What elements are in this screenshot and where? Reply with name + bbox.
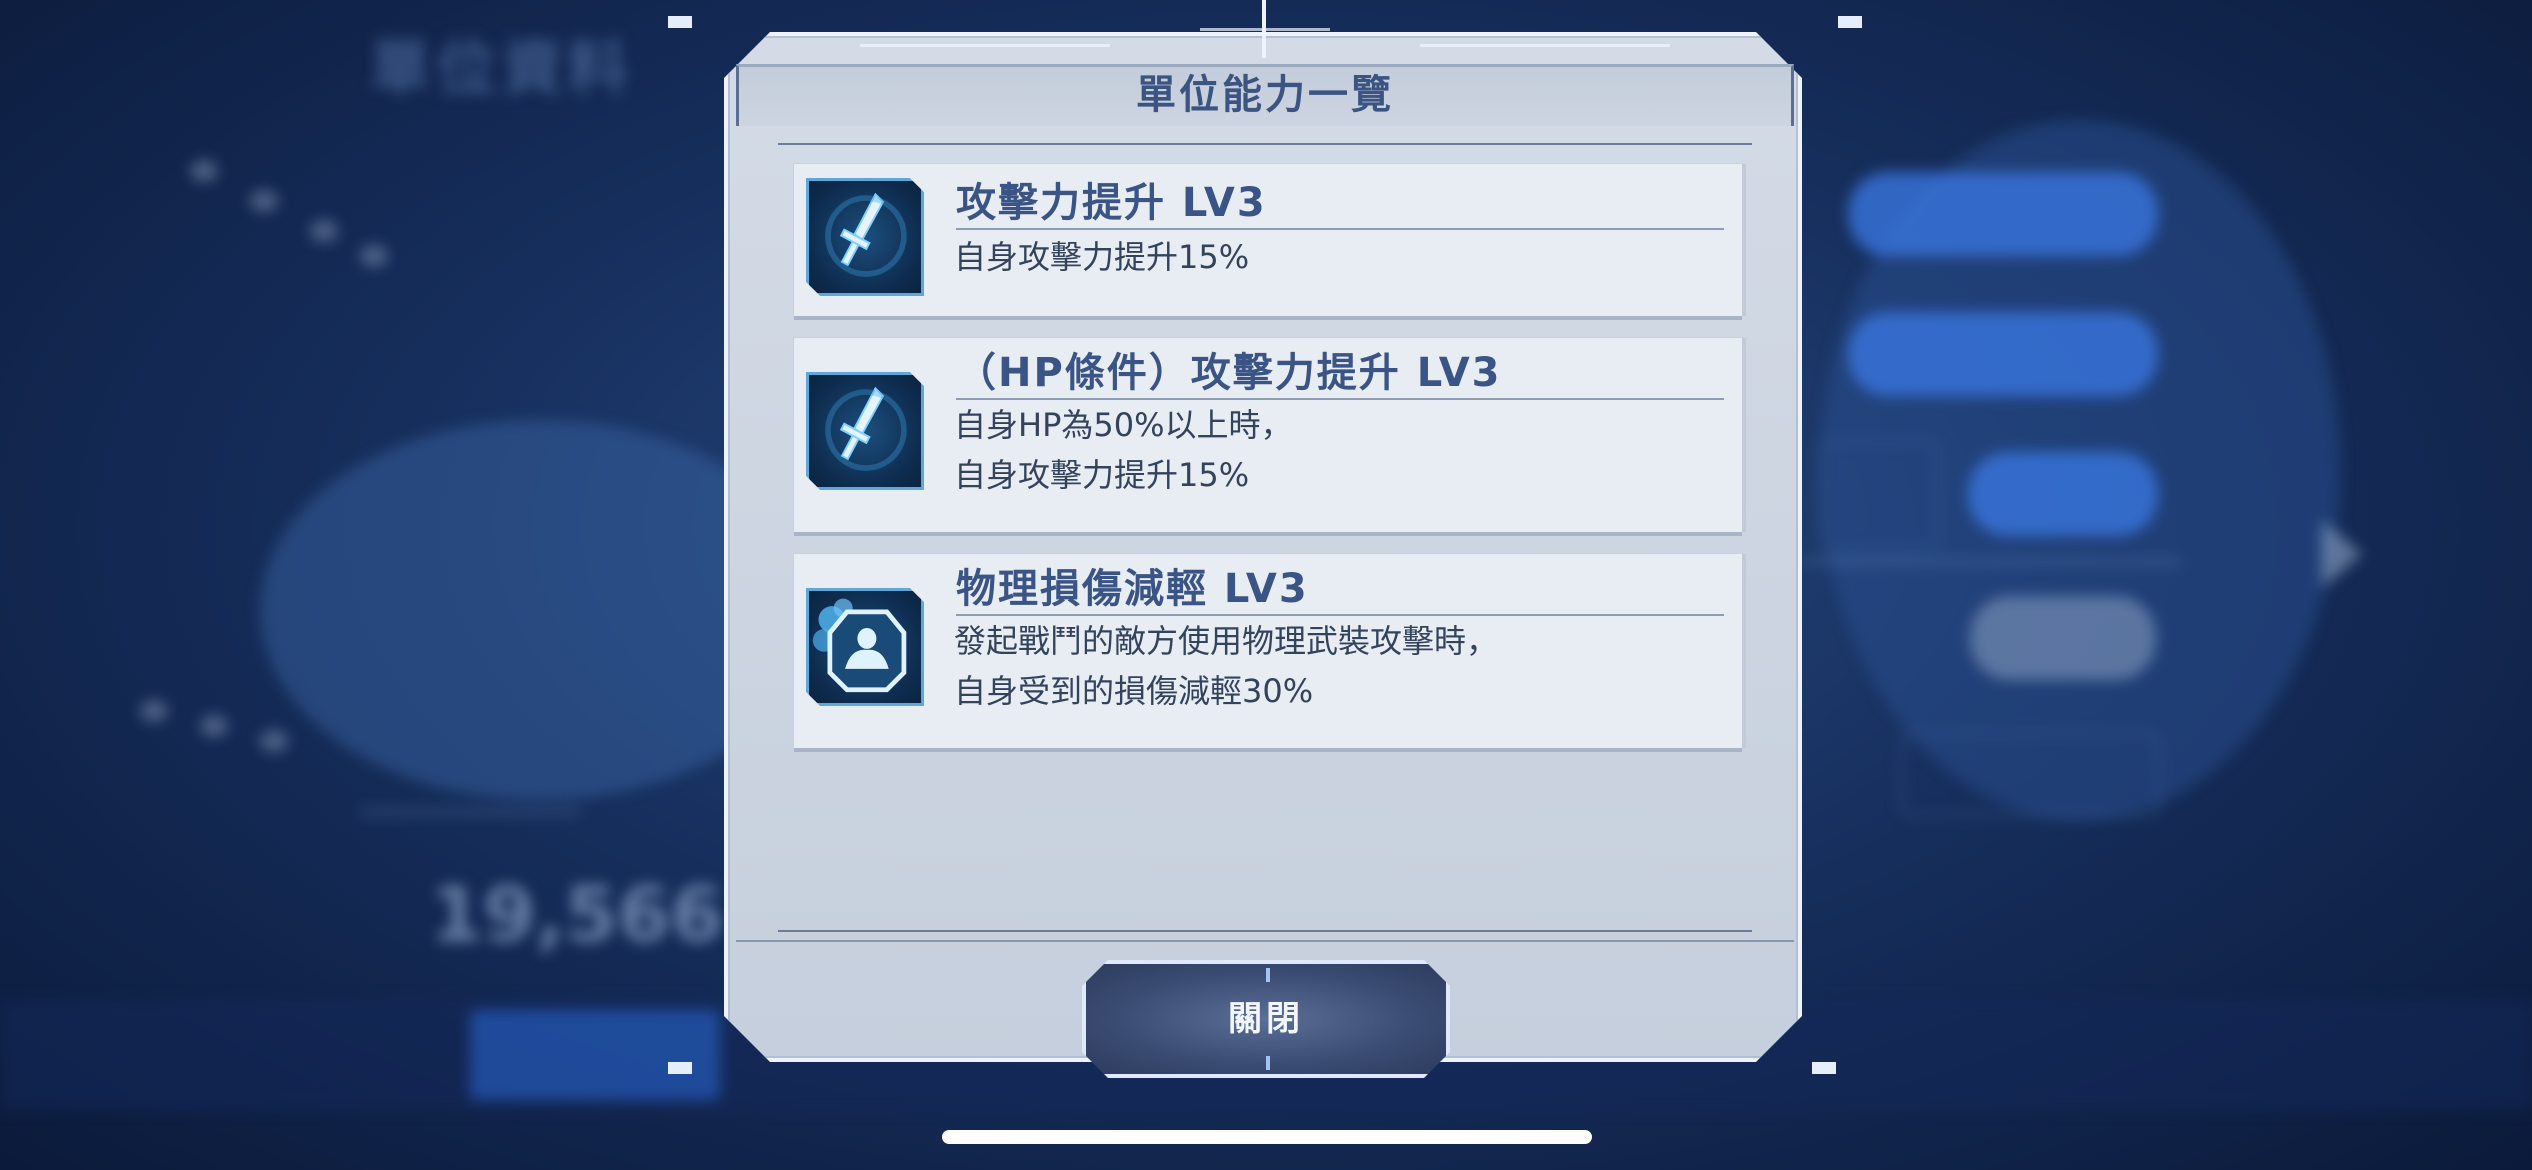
corner-mark [1812,1062,1836,1074]
bottom-divider [778,930,1752,932]
skill-desc-line: 自身受到的損傷減輕30% [954,672,1314,710]
dialog-title: 單位能力一覽 [1136,72,1394,118]
home-indicator[interactable] [942,1130,1592,1144]
background-title: 單位資料 [370,34,634,104]
skill-card: 攻擊力提升 LV3 自身攻擊力提升15% [794,164,1742,316]
background-next-arrow-icon [2322,520,2362,588]
corner-mark [668,1062,692,1074]
sword-icon [806,372,924,490]
armor-shield-icon [806,588,924,706]
skill-card: （HP條件）攻擊力提升 LV3 自身HP為50%以上時， 自身攻擊力提升15% [794,338,1742,532]
skill-desc-line: 自身HP為50%以上時， [954,406,1293,444]
title-divider [778,143,1752,145]
close-button-label: 關閉 [1228,999,1304,1039]
corner-mark [668,16,692,28]
frame-deco-line [1420,44,1670,47]
skill-desc-line: 發起戰鬥的敵方使用物理武裝攻擊時， [954,622,1499,660]
skill-desc-line: 自身攻擊力提升15% [954,456,1250,494]
skill-name: 物理損傷減輕 LV3 [956,564,1724,616]
skill-name: （HP條件）攻擊力提升 LV3 [956,348,1724,400]
background-combat-power: 19,566 [430,870,724,959]
close-button[interactable]: 關閉 [1082,960,1450,1078]
bottom-divider [736,940,1794,942]
skill-name: 攻擊力提升 LV3 [956,178,1724,230]
frame-deco-line [860,44,1110,47]
skill-desc-line: 自身攻擊力提升15% [954,238,1250,276]
sword-icon [806,178,924,296]
frame-deco-line [1200,28,1330,31]
skill-card: 物理損傷減輕 LV3 發起戰鬥的敵方使用物理武裝攻擊時， 自身受到的損傷減輕30… [794,554,1742,748]
corner-mark [1838,16,1862,28]
